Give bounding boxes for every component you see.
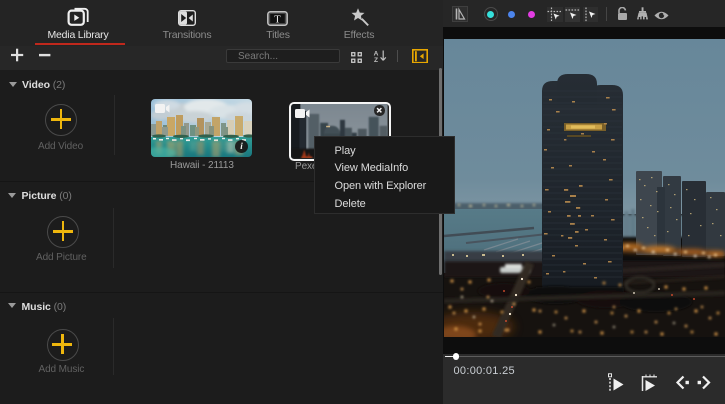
svg-text:Z: Z [374, 57, 378, 62]
svg-text:T: T [274, 14, 281, 25]
